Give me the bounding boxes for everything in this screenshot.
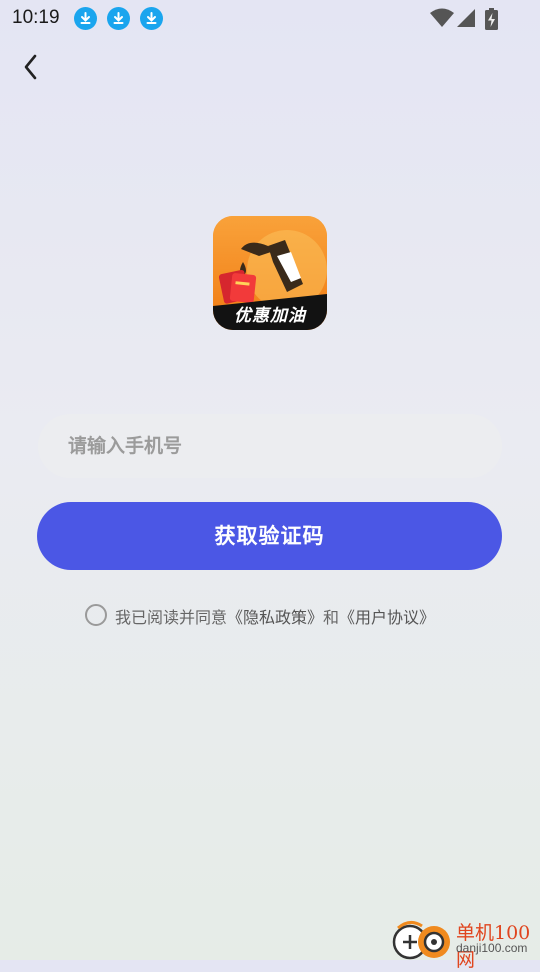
download-icon — [140, 7, 163, 30]
download-icon — [74, 7, 97, 30]
agreement-prefix: 我已阅读并同意 — [115, 608, 228, 627]
app-logo-text: 优惠加油 — [234, 306, 306, 326]
wifi-icon — [430, 8, 454, 32]
watermark: 单机100网 danji100.com — [390, 916, 540, 971]
status-bar: 10:19 — [0, 0, 540, 36]
privacy-policy-link[interactable]: 《隐私政策》 — [227, 608, 323, 627]
get-code-button[interactable]: 获取验证码 — [37, 502, 502, 570]
watermark-url: danji100.com — [456, 941, 528, 955]
agreement-row: 我已阅读并同意《隐私政策》和《用户协议》 — [0, 602, 540, 628]
app-logo: 优惠加油 — [213, 216, 327, 330]
agreement-text: 我已阅读并同意《隐私政策》和《用户协议》 — [115, 604, 435, 628]
agreement-and: 和 — [323, 608, 340, 627]
agree-checkbox[interactable] — [85, 604, 107, 626]
user-agreement-link[interactable]: 《用户协议》 — [339, 608, 435, 627]
download-icon — [107, 7, 130, 30]
battery-charging-icon — [485, 8, 498, 34]
back-button[interactable] — [16, 50, 46, 84]
signal-icon — [456, 8, 476, 32]
watermark-logo-icon — [392, 921, 450, 960]
phone-input[interactable] — [38, 414, 502, 478]
status-time: 10:19 — [12, 7, 60, 28]
chevron-left-icon — [24, 54, 37, 80]
